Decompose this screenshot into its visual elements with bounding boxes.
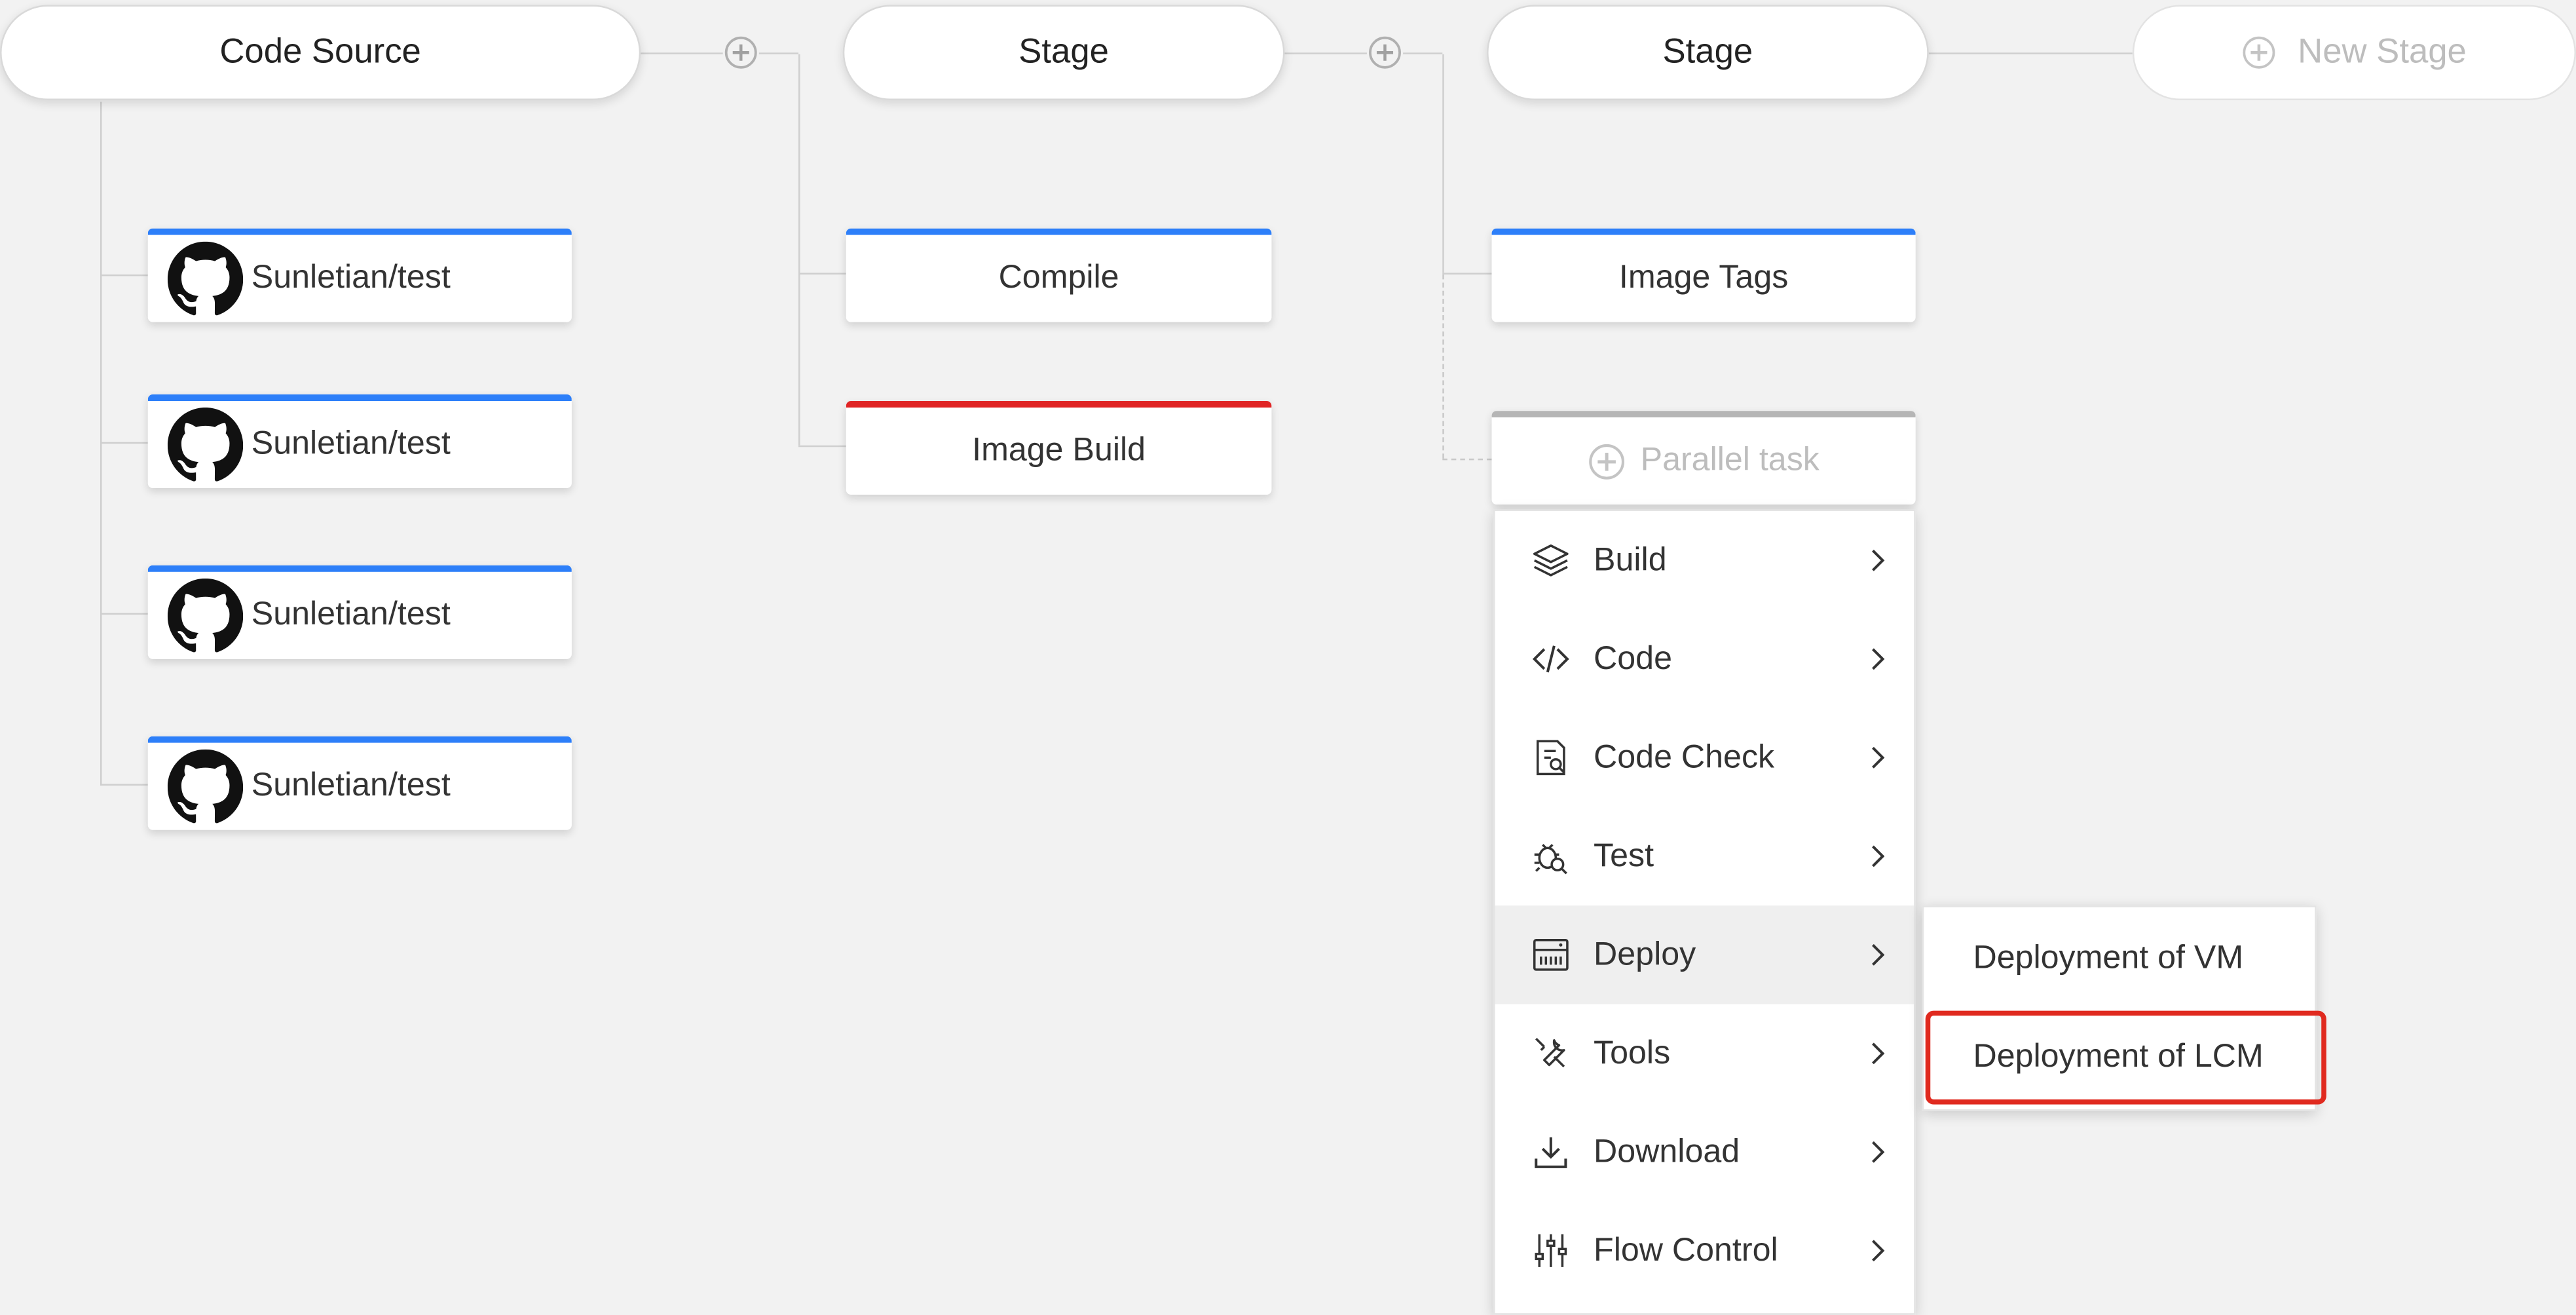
tree-branch [798, 445, 846, 448]
plus-circle-icon [1588, 443, 1624, 479]
menu-item-deploy[interactable]: Deploy [1495, 905, 1914, 1004]
bug-search-icon [1534, 844, 1567, 875]
menu-item-flow-control[interactable]: Flow Control [1495, 1202, 1914, 1300]
stage-title: Code Source [219, 33, 421, 71]
connector-line [1928, 52, 2133, 54]
stage-title: Stage [1018, 33, 1109, 71]
menu-item-test[interactable]: Test [1495, 807, 1914, 905]
new-stage-label: New Stage [2298, 33, 2467, 71]
connector-line [641, 52, 723, 54]
menu-item-label: Flow Control [1594, 1231, 1778, 1268]
chevron-right-icon [1872, 845, 1885, 867]
tree-branch [100, 442, 148, 444]
pipeline-canvas: Code Source Stage Stage New Stage Sunlet… [0, 0, 2576, 1315]
menu-item-build[interactable]: Build [1495, 511, 1914, 609]
task-type-menu: Build Code Code Check Test Deploy Tools [1493, 509, 1916, 1315]
menu-item-tools[interactable]: Tools [1495, 1004, 1914, 1103]
source-card[interactable]: Sunletian/test [147, 394, 572, 488]
menu-item-label: Build [1594, 541, 1667, 578]
github-icon [167, 748, 244, 823]
tree-branch [1442, 273, 1492, 275]
task-label: Image Build [972, 432, 1146, 468]
menu-item-label: Tools [1594, 1034, 1671, 1071]
menu-item-download[interactable]: Download [1495, 1103, 1914, 1201]
task-label: Compile [998, 259, 1119, 296]
plus-circle-icon [2242, 36, 2275, 69]
add-stage-icon[interactable] [1368, 36, 1401, 69]
github-icon [167, 406, 244, 481]
task-card-image-tags[interactable]: Image Tags [1491, 228, 1916, 322]
parallel-task-label: Parallel task [1640, 442, 1820, 478]
tree-dashed-branch [1442, 458, 1492, 461]
highlight-box [1925, 1010, 2326, 1105]
source-label: Sunletian/test [251, 425, 451, 462]
source-card[interactable]: Sunletian/test [147, 565, 572, 659]
github-icon [167, 577, 244, 652]
menu-item-label: Test [1594, 837, 1654, 874]
menu-item-label: Code [1594, 639, 1672, 677]
chevron-right-icon [1872, 943, 1885, 966]
connector-line [1284, 52, 1367, 54]
server-icon [1533, 938, 1569, 971]
stage-header-code-source[interactable]: Code Source [0, 5, 641, 101]
task-card-compile[interactable]: Compile [846, 228, 1272, 322]
tree-dashed-line [1442, 274, 1444, 459]
task-label: Image Tags [1618, 259, 1789, 296]
layers-icon [1533, 544, 1569, 577]
tree-branch [100, 613, 148, 615]
menu-item-code-check[interactable]: Code Check [1495, 708, 1914, 807]
new-stage-button[interactable]: New Stage [2132, 5, 2576, 101]
chevron-right-icon [1872, 549, 1885, 571]
task-card-image-build[interactable]: Image Build [846, 401, 1272, 495]
tree-line [798, 54, 800, 446]
tree-line [1442, 54, 1444, 273]
stage-title: Stage [1662, 33, 1753, 71]
source-label: Sunletian/test [251, 259, 451, 296]
chevron-right-icon [1872, 648, 1885, 670]
connector-line [1403, 52, 1443, 54]
connector-line [758, 52, 799, 54]
tools-icon [1535, 1038, 1565, 1068]
menu-item-label: Code Check [1594, 738, 1775, 775]
source-card[interactable]: Sunletian/test [147, 228, 572, 322]
chevron-right-icon [1872, 1141, 1885, 1163]
github-icon [167, 240, 244, 315]
tree-branch [798, 273, 846, 275]
chevron-right-icon [1872, 1042, 1885, 1065]
stage-header-1[interactable]: Stage [842, 5, 1285, 101]
source-label: Sunletian/test [251, 596, 451, 633]
code-icon [1532, 645, 1569, 673]
stage-header-2[interactable]: Stage [1487, 5, 1929, 101]
parallel-task-button[interactable]: Parallel task [1491, 411, 1916, 505]
add-stage-icon[interactable] [724, 36, 757, 69]
chevron-right-icon [1872, 746, 1885, 769]
menu-item-label: Deploy [1594, 936, 1696, 972]
source-label: Sunletian/test [251, 767, 451, 804]
menu-item-code[interactable]: Code [1495, 610, 1914, 708]
menu-item-label: Download [1594, 1133, 1740, 1170]
submenu-item-label: Deployment of VM [1973, 940, 2244, 976]
download-icon [1535, 1137, 1567, 1168]
tree-branch [100, 784, 148, 786]
sliders-icon [1535, 1234, 1567, 1267]
tree-branch [100, 274, 148, 276]
submenu-item-deployment-vm[interactable]: Deployment of VM [1924, 914, 2318, 1004]
code-check-icon [1537, 740, 1565, 776]
source-card[interactable]: Sunletian/test [147, 736, 572, 830]
chevron-right-icon [1872, 1240, 1885, 1262]
